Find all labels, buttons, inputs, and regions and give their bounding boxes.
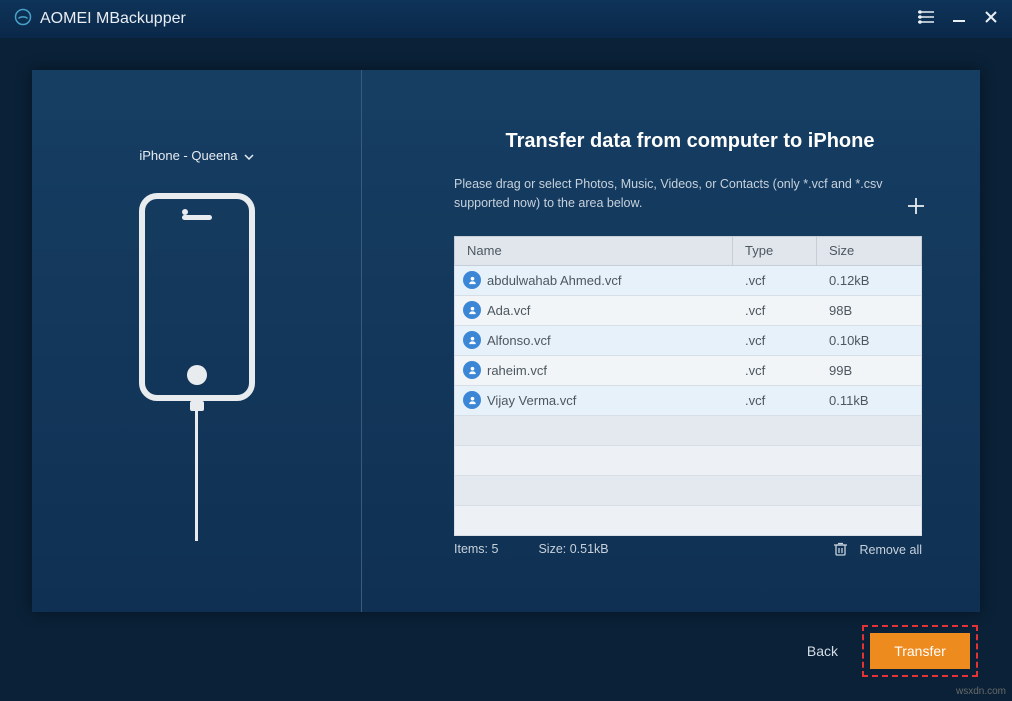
app-logo-icon [14,8,32,31]
cable-icon [195,411,198,541]
remove-all-button[interactable]: Remove all [859,543,922,557]
transfer-panel: Transfer data from computer to iPhone Pl… [362,70,980,612]
file-name: Alfonso.vcf [487,333,551,348]
col-name[interactable]: Name [455,237,733,265]
phone-illustration [139,193,255,401]
device-selector[interactable]: iPhone - Queena [139,148,253,163]
trash-icon[interactable] [834,542,847,559]
transfer-button[interactable]: Transfer [870,633,970,669]
file-name: Ada.vcf [487,303,530,318]
transfer-highlight: Transfer [862,625,978,677]
col-type[interactable]: Type [733,237,817,265]
contact-icon [463,301,481,319]
contact-icon [463,361,481,379]
file-size: 0.11kB [817,393,923,408]
table-row[interactable]: Vijay Verma.vcf .vcf0.11kB [454,386,922,416]
items-count: Items: 5 [454,542,498,559]
add-files-button[interactable] [906,196,926,221]
table-row[interactable]: Alfonso.vcf .vcf0.10kB [454,326,922,356]
file-type: .vcf [733,303,817,318]
file-name: abdulwahab Ahmed.vcf [487,273,621,288]
chevron-down-icon [244,148,254,163]
table-row-empty [454,476,922,506]
file-name: raheim.vcf [487,363,547,378]
table-row[interactable]: Ada.vcf .vcf98B [454,296,922,326]
file-type: .vcf [733,333,817,348]
cable-plug-icon [190,401,204,411]
close-icon[interactable] [984,10,998,29]
back-button[interactable]: Back [807,643,838,659]
app-title: AOMEI MBackupper [40,10,186,28]
table-row-empty [454,446,922,476]
main-card: iPhone - Queena Transfer data from compu… [32,70,980,612]
contact-icon [463,271,481,289]
file-size: 0.12kB [817,273,923,288]
file-name: Vijay Verma.vcf [487,393,576,408]
file-type: .vcf [733,273,817,288]
table-row[interactable]: raheim.vcf .vcf99B [454,356,922,386]
file-size: 0.10kB [817,333,923,348]
contact-icon [463,331,481,349]
table-row[interactable]: abdulwahab Ahmed.vcf .vcf0.12kB [454,266,922,296]
total-size: Size: 0.51kB [538,542,608,559]
watermark: wsxdn.com [956,686,1006,697]
file-type: .vcf [733,393,817,408]
status-row: Items: 5 Size: 0.51kB Remove all [454,542,922,559]
panel-title: Transfer data from computer to iPhone [454,130,926,153]
menu-list-icon[interactable] [918,10,934,29]
file-size: 99B [817,363,923,378]
panel-subtitle: Please drag or select Photos, Music, Vid… [454,175,884,214]
minimize-icon[interactable] [952,10,966,29]
contact-icon [463,391,481,409]
table-header: Name Type Size [454,236,922,266]
table-row-empty [454,506,922,536]
device-name: iPhone - Queena [139,148,237,163]
footer-actions: Back Transfer [807,625,978,677]
titlebar: AOMEI MBackupper [0,0,1012,38]
col-size[interactable]: Size [817,237,923,265]
table-body: abdulwahab Ahmed.vcf.vcf0.12kBAda.vcf.vc… [454,266,922,536]
device-panel: iPhone - Queena [32,70,362,612]
file-table: Name Type Size abdulwahab Ahmed.vcf.vcf0… [454,236,922,536]
file-size: 98B [817,303,923,318]
file-type: .vcf [733,363,817,378]
table-row-empty [454,416,922,446]
